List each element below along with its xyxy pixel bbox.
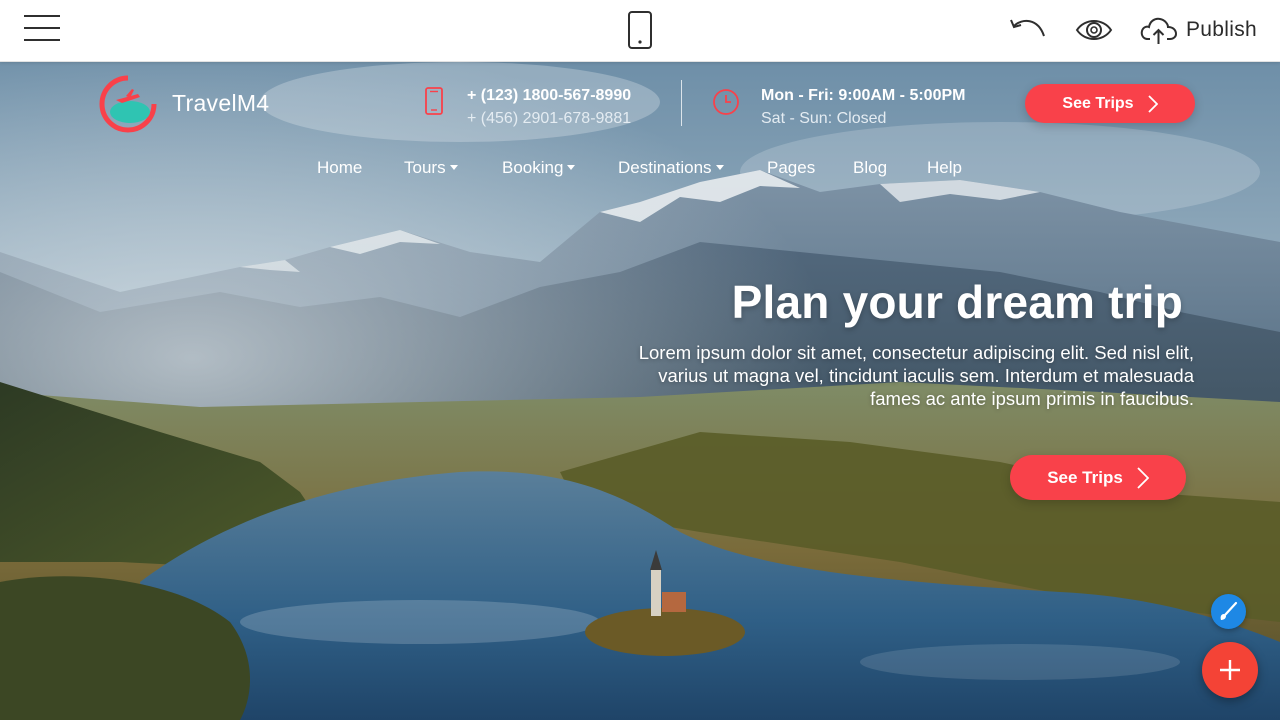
hero-title: Plan your dream trip — [731, 276, 1183, 328]
hero-description: Lorem ipsum dolor sit amet, consectetur … — [638, 342, 1194, 409]
site-canvas: TravelM4 + (123) 1800-567-8990 + (456) 2… — [0, 62, 1280, 720]
nav-label: Destinations — [618, 158, 712, 177]
nav-label: Home — [317, 158, 363, 177]
nav-item-home[interactable]: Home — [317, 158, 362, 178]
chevron-right-icon — [1137, 466, 1149, 489]
phone-icon — [425, 87, 443, 115]
hamburger-icon[interactable] — [24, 14, 60, 42]
undo-icon[interactable] — [1008, 14, 1048, 44]
nav-label: Booking — [502, 158, 564, 177]
cloud-upload-icon — [1140, 17, 1178, 44]
mobile-phone-icon[interactable] — [627, 10, 653, 50]
caret-down-icon — [715, 165, 724, 170]
hours-weekend: Sat - Sun: Closed — [761, 110, 887, 127]
publish-label: Publish — [1186, 18, 1257, 41]
brush-button[interactable] — [1211, 594, 1246, 629]
main-nav: Home Tours Booking Destinations Pages Bl… — [300, 158, 980, 184]
plus-icon — [1220, 660, 1240, 680]
phone-secondary: + (456) 2901-678-9881 — [467, 110, 632, 127]
hours-weekdays: Mon - Fri: 9:00AM - 5:00PM — [761, 87, 966, 104]
hero-see-trips-button[interactable]: See Trips — [1010, 455, 1186, 500]
caret-down-icon — [449, 165, 458, 170]
nav-item-pages[interactable]: Pages — [767, 158, 815, 178]
brand-name[interactable]: TravelM4 — [172, 90, 269, 117]
nav-item-booking[interactable]: Booking — [502, 158, 576, 178]
header-see-trips-button[interactable]: See Trips — [1025, 84, 1195, 123]
clock-icon — [713, 89, 739, 115]
nav-label: Help — [927, 158, 962, 177]
nav-item-blog[interactable]: Blog — [853, 158, 887, 178]
header-see-trips-label: See Trips — [1062, 94, 1134, 112]
nav-item-destinations[interactable]: Destinations — [618, 158, 724, 178]
nav-label: Pages — [767, 158, 816, 177]
nav-item-tours[interactable]: Tours — [404, 158, 458, 178]
phone-primary: + (123) 1800-567-8990 — [467, 87, 632, 104]
eye-icon[interactable] — [1075, 16, 1113, 44]
add-block-button[interactable] — [1202, 642, 1258, 698]
caret-down-icon — [567, 165, 576, 170]
chevron-right-icon — [1147, 94, 1158, 113]
brush-icon — [1220, 601, 1238, 620]
nav-label: Blog — [853, 158, 888, 177]
contact-divider — [681, 80, 682, 126]
nav-label: Tours — [404, 158, 446, 177]
travel-logo-icon[interactable] — [98, 74, 158, 134]
nav-item-help[interactable]: Help — [927, 158, 962, 178]
publish-button[interactable]: Publish — [1140, 12, 1270, 48]
editor-toolbar: Publish — [0, 0, 1280, 62]
hero-see-trips-label: See Trips — [1047, 467, 1123, 487]
